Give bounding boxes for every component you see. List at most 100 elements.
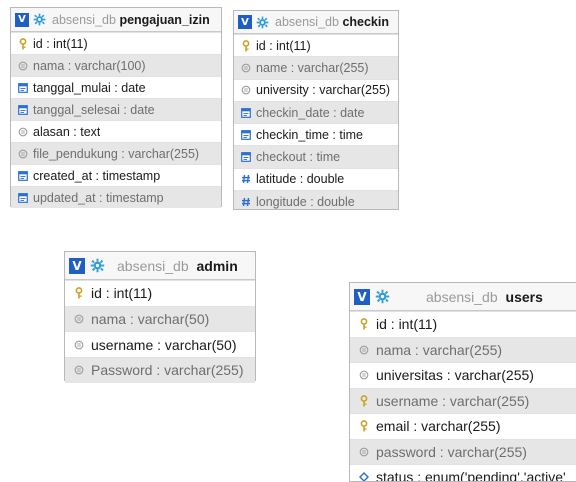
database-name: absensi_db xyxy=(52,12,116,27)
text-column-icon xyxy=(73,314,85,324)
column-label: nama : varchar(100) xyxy=(33,58,146,73)
column-row[interactable]: checkout : time xyxy=(234,145,398,168)
table-header[interactable]: Vabsensi_db checkin xyxy=(234,11,398,34)
key-icon xyxy=(358,318,370,330)
column-row[interactable]: created_at : timestamp xyxy=(11,164,221,186)
text-column-icon xyxy=(73,365,85,375)
gear-icon[interactable] xyxy=(89,258,105,274)
column-label: checkin_time : time xyxy=(256,127,363,142)
table-name: users xyxy=(505,288,543,305)
column-label: created_at : timestamp xyxy=(33,168,161,183)
column-row[interactable]: password : varchar(255) xyxy=(350,438,576,464)
column-row[interactable]: updated_at : timestamp xyxy=(11,186,221,208)
table-header[interactable]: Vabsensi_db users xyxy=(350,283,576,311)
column-label: updated_at : timestamp xyxy=(33,190,164,205)
text-column-icon xyxy=(17,149,28,159)
column-row[interactable]: nama : varchar(255) xyxy=(350,336,576,362)
date-column-icon xyxy=(17,170,28,181)
database-name: absensi_db xyxy=(117,257,189,274)
text-column-icon xyxy=(240,63,251,73)
column-row[interactable]: status : enum('pending','active' xyxy=(350,464,576,482)
toggle-view-button[interactable]: V xyxy=(238,15,252,29)
database-name: absensi_db xyxy=(426,288,498,305)
date-column-icon xyxy=(240,107,251,118)
column-label: nama : varchar(50) xyxy=(91,311,210,328)
column-row[interactable]: username : varchar(50) xyxy=(65,331,255,358)
toggle-view-button[interactable]: V xyxy=(15,12,29,27)
column-label: longitude : double xyxy=(256,194,355,209)
table-name: pengajuan_izin xyxy=(119,12,210,27)
column-row[interactable]: id : int(11) xyxy=(350,311,576,337)
column-row[interactable]: id : int(11) xyxy=(65,280,255,306)
column-label: tanggal_selesai : date xyxy=(33,102,155,117)
column-row[interactable]: name : varchar(255) xyxy=(234,56,398,79)
column-label: password : varchar(255) xyxy=(376,443,527,460)
column-label: universitas : varchar(255) xyxy=(376,367,534,384)
table-checkin[interactable]: Vabsensi_db checkin id : int(11) name : va… xyxy=(233,10,399,210)
column-label: checkin_date : date xyxy=(256,105,365,120)
text-column-icon xyxy=(73,340,85,350)
table-name: checkin xyxy=(342,15,389,29)
column-label: id : int(11) xyxy=(376,316,438,333)
column-row[interactable]: email : varchar(255) xyxy=(350,413,576,439)
gear-icon[interactable] xyxy=(255,15,269,29)
key-icon xyxy=(17,37,28,50)
column-label: file_pendukung : varchar(255) xyxy=(33,146,200,161)
key-icon xyxy=(358,394,370,407)
table-pengajuan[interactable]: Vabsensi_db pengajuan_izinid : int(11) na… xyxy=(10,7,222,208)
table-admin[interactable]: Vabsensi_db admin id : int(11) nama : varc… xyxy=(64,251,256,383)
date-column-icon xyxy=(240,129,251,140)
column-row[interactable]: latitude : double xyxy=(234,167,398,191)
date-column-icon xyxy=(17,82,28,93)
column-label: nama : varchar(255) xyxy=(376,341,503,358)
column-label: username : varchar(50) xyxy=(91,336,237,353)
table-header[interactable]: Vabsensi_db admin xyxy=(65,252,255,280)
text-column-icon xyxy=(17,61,28,71)
date-column-icon xyxy=(240,152,251,163)
column-row[interactable]: tanggal_selesai : date xyxy=(11,98,221,120)
text-column-icon xyxy=(358,447,370,457)
text-column-icon xyxy=(17,127,28,137)
column-row[interactable]: alasan : text xyxy=(11,120,221,142)
key-icon xyxy=(358,420,370,432)
column-label: id : int(11) xyxy=(91,285,153,302)
text-column-icon xyxy=(240,85,251,95)
column-label: email : varchar(255) xyxy=(376,418,501,435)
column-row[interactable]: universitas : varchar(255) xyxy=(350,362,576,388)
column-label: checkout : time xyxy=(256,150,341,165)
key-icon xyxy=(240,39,251,52)
key-icon xyxy=(73,287,85,299)
text-column-icon xyxy=(358,370,370,380)
gear-icon[interactable] xyxy=(32,13,46,27)
column-row[interactable]: tanggal_mulai : date xyxy=(11,76,221,98)
column-row[interactable]: username : varchar(255) xyxy=(350,387,576,413)
number-column-icon xyxy=(240,197,251,207)
text-column-icon xyxy=(358,345,370,355)
database-name: absensi_db xyxy=(275,15,339,29)
enum-column-icon xyxy=(358,472,370,481)
column-row[interactable]: Password : varchar(255) xyxy=(65,357,255,383)
date-column-icon xyxy=(17,104,28,115)
number-column-icon xyxy=(240,174,251,184)
toggle-view-button[interactable]: V xyxy=(69,257,85,274)
table-users[interactable]: Vabsensi_db users id : int(11) nama : varc… xyxy=(349,282,576,482)
column-row[interactable]: university : varchar(255) xyxy=(234,78,398,101)
column-row[interactable]: checkin_date : date xyxy=(234,100,398,124)
column-row[interactable]: nama : varchar(50) xyxy=(65,305,255,332)
gear-icon[interactable] xyxy=(374,289,390,305)
column-label: Password : varchar(255) xyxy=(91,362,244,379)
column-label: name : varchar(255) xyxy=(256,60,369,75)
column-label: status : enum('pending','active' xyxy=(376,469,566,482)
column-label: id : int(11) xyxy=(256,38,311,53)
column-row[interactable]: file_pendukung : varchar(255) xyxy=(11,142,221,164)
column-label: alasan : text xyxy=(33,124,101,139)
column-row[interactable]: longitude : double xyxy=(234,190,398,209)
table-header[interactable]: Vabsensi_db pengajuan_izin xyxy=(11,8,221,32)
column-row[interactable]: id : int(11) xyxy=(234,34,398,57)
column-label: username : varchar(255) xyxy=(376,392,530,409)
column-row[interactable]: nama : varchar(100) xyxy=(11,54,221,76)
column-row[interactable]: id : int(11) xyxy=(11,32,221,54)
toggle-view-button[interactable]: V xyxy=(354,288,370,305)
column-label: id : int(11) xyxy=(33,36,88,51)
column-row[interactable]: checkin_time : time xyxy=(234,123,398,146)
